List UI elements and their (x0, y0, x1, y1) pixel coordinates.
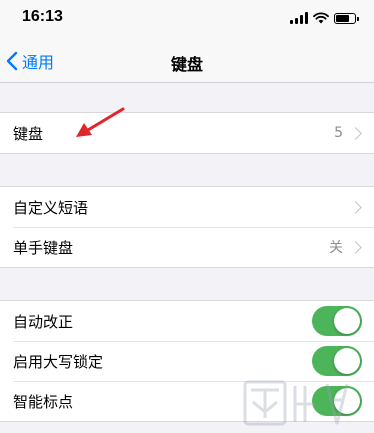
row-label: 自动改正 (13, 312, 74, 331)
text-replacement-row[interactable]: 自定义短语 (0, 187, 374, 227)
keyboards-row[interactable]: 键盘 5 (0, 113, 374, 153)
navigation-bar: 通用 键盘 (0, 40, 374, 83)
row-label: 键盘 (13, 124, 44, 143)
caps-lock-row: 启用大写锁定 (0, 341, 374, 381)
status-icons (290, 11, 359, 25)
watermark-logo (243, 380, 349, 426)
page-title: 键盘 (170, 55, 203, 74)
keyboard-count: 5 (334, 125, 343, 141)
settings-group-phrases: 自定义短语 单手键盘 关 (0, 186, 374, 268)
wifi-icon (313, 12, 329, 24)
red-arrow-icon (76, 107, 125, 137)
cellular-signal-icon (290, 12, 308, 24)
status-bar: 16:13 (0, 0, 374, 40)
status-time: 16:13 (22, 8, 63, 25)
auto-correction-row: 自动改正 (0, 301, 374, 341)
row-label: 自定义短语 (13, 198, 89, 217)
caps-lock-toggle[interactable] (312, 346, 362, 376)
row-label: 单手键盘 (13, 238, 74, 257)
chevron-right-icon (349, 200, 362, 214)
auto-correction-toggle[interactable] (312, 306, 362, 336)
battery-icon (334, 12, 359, 24)
settings-group-keyboards: 键盘 5 (0, 112, 374, 154)
row-label: 智能标点 (13, 392, 74, 411)
chevron-right-icon (349, 126, 362, 140)
chevron-right-icon (349, 240, 362, 254)
row-label: 启用大写锁定 (13, 352, 104, 371)
one-handed-keyboard-value: 关 (329, 240, 343, 256)
one-handed-keyboard-row[interactable]: 单手键盘 关 (0, 227, 374, 267)
